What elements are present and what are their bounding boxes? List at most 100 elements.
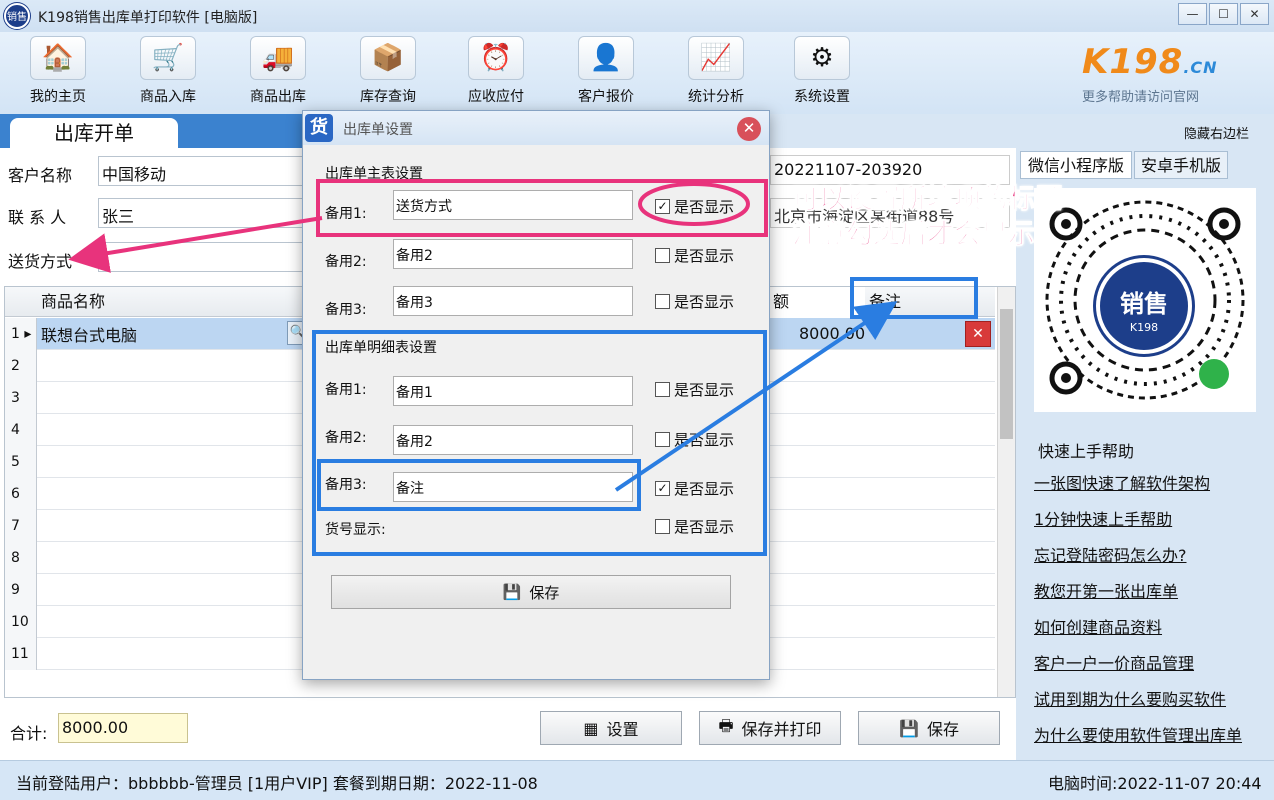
show-label: 是否显示 bbox=[674, 431, 735, 449]
amount-cell[interactable]: 8000.00 bbox=[799, 324, 865, 343]
save-print-button[interactable]: 🖶 保存并打印 bbox=[699, 711, 841, 745]
qr-center-logo: 销售 K198 bbox=[1096, 258, 1192, 354]
sku-display-show-checkbox[interactable]: 是否显示 bbox=[655, 516, 734, 537]
delete-row-icon[interactable]: ✕ bbox=[965, 321, 991, 347]
toolbar-stock-out[interactable]: 🚚 商品出库 bbox=[228, 36, 328, 108]
detail-field-2-show-checkbox[interactable]: 是否显示 bbox=[655, 429, 734, 450]
dialog-title: 出库单设置 bbox=[343, 122, 413, 138]
toolbar-inventory[interactable]: 📦 库存查询 bbox=[338, 36, 438, 108]
row-number: 6 bbox=[5, 478, 37, 510]
shipping-input[interactable] bbox=[98, 242, 318, 272]
dialog-save-label: 保存 bbox=[529, 583, 560, 602]
toolbar-settings[interactable]: ⚙ 系统设置 bbox=[772, 36, 872, 108]
contact-label: 联 系 人 bbox=[8, 208, 67, 227]
column-header-product[interactable]: 商品名称 bbox=[37, 287, 317, 317]
gear-icon: ⚙ bbox=[794, 36, 850, 80]
website-hint[interactable]: 更多帮助请访问官网 bbox=[1082, 86, 1199, 105]
main-field-2-input[interactable]: 备用2 bbox=[393, 239, 633, 269]
checkbox-checked-icon: ✓ bbox=[655, 481, 670, 496]
detail-field-1-show-checkbox[interactable]: 是否显示 bbox=[655, 379, 734, 400]
toolbar-label: 商品出库 bbox=[250, 89, 306, 105]
dialog-close-icon[interactable]: ✕ bbox=[737, 117, 761, 141]
detail-field-1-input[interactable]: 备用1 bbox=[393, 376, 633, 406]
grid-scrollbar[interactable] bbox=[997, 287, 1015, 697]
main-field-1-input[interactable]: 送货方式 bbox=[393, 190, 633, 220]
show-label: 是否显示 bbox=[674, 293, 735, 311]
dialog-app-icon: 货 bbox=[305, 114, 333, 142]
help-link[interactable]: 试用到期为什么要购买软件 bbox=[1034, 686, 1226, 710]
show-label: 是否显示 bbox=[674, 480, 735, 498]
row-number: 4 bbox=[5, 414, 37, 446]
clock-icon: ⏰ bbox=[468, 36, 524, 80]
status-bar: 当前登陆用户：bbbbbb-管理员 [1用户VIP] 套餐到期日期：2022-1… bbox=[0, 760, 1274, 800]
customer-input[interactable]: 中国移动 bbox=[98, 156, 318, 186]
close-button[interactable]: ✕ bbox=[1240, 3, 1269, 25]
detail-field-2-input[interactable]: 备用2 bbox=[393, 425, 633, 455]
logo-text: K198 bbox=[1082, 42, 1184, 82]
main-field-2-show-checkbox[interactable]: 是否显示 bbox=[655, 245, 734, 266]
show-label: 是否显示 bbox=[674, 381, 735, 399]
column-header-remark[interactable]: 备注 bbox=[865, 287, 995, 317]
row-number: 8 bbox=[5, 542, 37, 574]
settings-grid-icon: ▦ bbox=[583, 718, 599, 738]
right-sidebar: 微信小程序版 安卓手机版 销售 K198 快速上手帮助 一张图快速了解软件架构 … bbox=[1016, 148, 1274, 760]
tab-wechat-miniprogram[interactable]: 微信小程序版 bbox=[1020, 151, 1132, 179]
dialog-title-bar[interactable]: 货 出库单设置 ✕ bbox=[303, 111, 769, 145]
maximize-button[interactable]: ☐ bbox=[1209, 3, 1238, 25]
main-field-3-input[interactable]: 备用3 bbox=[393, 286, 633, 316]
chart-icon: 📈 bbox=[688, 36, 744, 80]
floppy-icon: 💾 bbox=[502, 583, 522, 601]
annotation-line-1: 可以设置所填项的标题 bbox=[792, 184, 1063, 216]
detail-field-2-label: 备用2: bbox=[325, 430, 367, 446]
main-field-3-show-checkbox[interactable]: 是否显示 bbox=[655, 291, 734, 312]
row-number: 11 bbox=[5, 638, 37, 670]
help-section-title: 快速上手帮助 bbox=[1038, 442, 1135, 461]
checkbox-unchecked-icon bbox=[655, 519, 670, 534]
app-logo-icon: 销售 bbox=[4, 3, 30, 29]
help-link[interactable]: 一张图快速了解软件架构 bbox=[1034, 470, 1210, 494]
toolbar-stock-in[interactable]: 🛒 商品入库 bbox=[118, 36, 218, 108]
help-link[interactable]: 为什么要使用软件管理出库单 bbox=[1034, 722, 1242, 746]
sku-display-label: 货号显示: bbox=[325, 522, 386, 538]
toolbar-label: 统计分析 bbox=[688, 89, 744, 105]
main-field-3-label: 备用3: bbox=[325, 302, 367, 318]
tab-android-app[interactable]: 安卓手机版 bbox=[1134, 151, 1228, 179]
help-link[interactable]: 1分钟快速上手帮助 bbox=[1034, 506, 1172, 530]
settings-button[interactable]: ▦ 设置 bbox=[540, 711, 682, 745]
help-link[interactable]: 如何创建商品资料 bbox=[1034, 614, 1162, 638]
show-label: 是否显示 bbox=[674, 247, 735, 265]
toolbar-label: 商品入库 bbox=[140, 89, 196, 105]
minimize-button[interactable]: — bbox=[1178, 3, 1207, 25]
main-field-1-show-checkbox[interactable]: ✓ 是否显示 bbox=[655, 196, 734, 217]
help-link[interactable]: 教您开第一张出库单 bbox=[1034, 578, 1178, 602]
row-number: 5 bbox=[5, 446, 37, 478]
help-link[interactable]: 忘记登陆密码怎么办? bbox=[1034, 542, 1187, 566]
cart-icon: 🛒 bbox=[140, 36, 196, 80]
toolbar-label: 我的主页 bbox=[30, 89, 86, 105]
detail-field-3-show-checkbox[interactable]: ✓ 是否显示 bbox=[655, 478, 734, 499]
save-button[interactable]: 💾 保存 bbox=[858, 711, 1000, 745]
dialog-save-button[interactable]: 💾 保存 bbox=[331, 575, 731, 609]
contact-input[interactable]: 张三 bbox=[98, 198, 318, 228]
settings-button-label: 设置 bbox=[606, 720, 639, 739]
checkbox-unchecked-icon bbox=[655, 248, 670, 263]
toolbar-receivables[interactable]: ⏰ 应收应付 bbox=[446, 36, 546, 108]
toolbar-label: 应收应付 bbox=[468, 89, 524, 105]
product-name-cell[interactable]: 联想台式电脑 bbox=[41, 322, 137, 346]
detail-field-3-label: 备用3: bbox=[325, 477, 367, 493]
boxes-icon: 📦 bbox=[360, 36, 416, 80]
grid-corner-header bbox=[5, 287, 37, 317]
brand-logo[interactable]: K198.CN bbox=[1082, 42, 1218, 82]
toolbar-quotes[interactable]: 👤 客户报价 bbox=[556, 36, 656, 108]
scrollbar-thumb[interactable] bbox=[1000, 309, 1013, 439]
toolbar-statistics[interactable]: 📈 统计分析 bbox=[666, 36, 766, 108]
help-link[interactable]: 客户一户一价商品管理 bbox=[1034, 650, 1194, 674]
detail-field-3-input[interactable]: 备注 bbox=[393, 472, 633, 502]
hide-sidebar-link[interactable]: 隐藏右边栏 bbox=[1180, 123, 1254, 142]
shipping-label: 送货方式 bbox=[8, 252, 73, 271]
show-label: 是否显示 bbox=[674, 198, 735, 216]
floppy-icon: 💾 bbox=[899, 718, 919, 738]
toolbar-home[interactable]: 🏠 我的主页 bbox=[8, 36, 108, 108]
tab-stock-out-order[interactable]: 出库开单 bbox=[10, 118, 178, 148]
show-label: 是否显示 bbox=[674, 518, 735, 536]
